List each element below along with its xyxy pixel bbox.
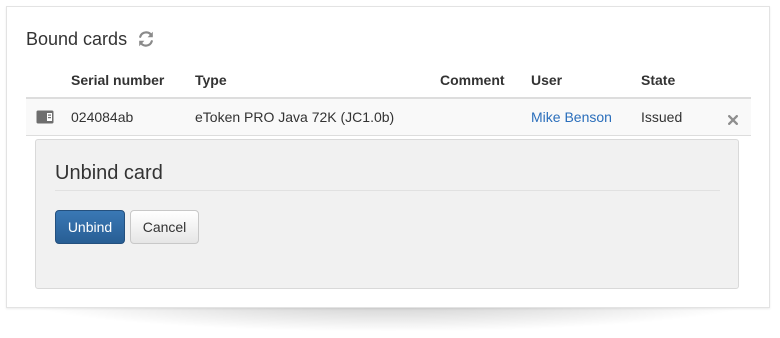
cell-remove (726, 98, 751, 136)
cell-state: Issued (641, 98, 726, 136)
bound-cards-table: Serial number Type Comment User State 02… (26, 63, 751, 136)
table-row[interactable]: 024084ab eToken PRO Java 72K (JC1.0b) Mi… (26, 98, 751, 136)
cell-comment (440, 98, 531, 136)
cards-table-wrapper: Serial number Type Comment User State 02… (26, 63, 751, 136)
header-serial-number: Serial number (71, 63, 195, 99)
refresh-icon[interactable] (137, 30, 155, 48)
cell-serial: 024084ab (71, 98, 195, 136)
header-icon (26, 63, 71, 99)
header-user: User (531, 63, 641, 99)
bound-cards-panel: Bound cards Serial number Type Comment U… (6, 6, 770, 308)
cancel-button[interactable]: Cancel (130, 210, 199, 244)
header-actions (726, 63, 751, 99)
header-comment: Comment (440, 63, 531, 99)
header-type: Type (195, 63, 440, 99)
cell-user: Mike Benson (531, 98, 641, 136)
panel-header: Bound cards (26, 27, 155, 51)
panel-title: Bound cards (26, 28, 128, 49)
cell-icon (26, 98, 71, 136)
unbind-title: Unbind card (55, 162, 163, 184)
unbind-card-dialog: Unbind card Unbind Cancel (35, 139, 739, 289)
unbind-button[interactable]: Unbind (55, 210, 125, 244)
table-header-row: Serial number Type Comment User State (26, 63, 751, 99)
header-state: State (641, 63, 726, 99)
user-link[interactable]: Mike Benson (531, 109, 612, 125)
remove-icon[interactable] (728, 112, 739, 126)
unbind-divider (55, 190, 720, 191)
cell-type: eToken PRO Java 72K (JC1.0b) (195, 98, 440, 136)
card-reader-icon (36, 110, 54, 124)
